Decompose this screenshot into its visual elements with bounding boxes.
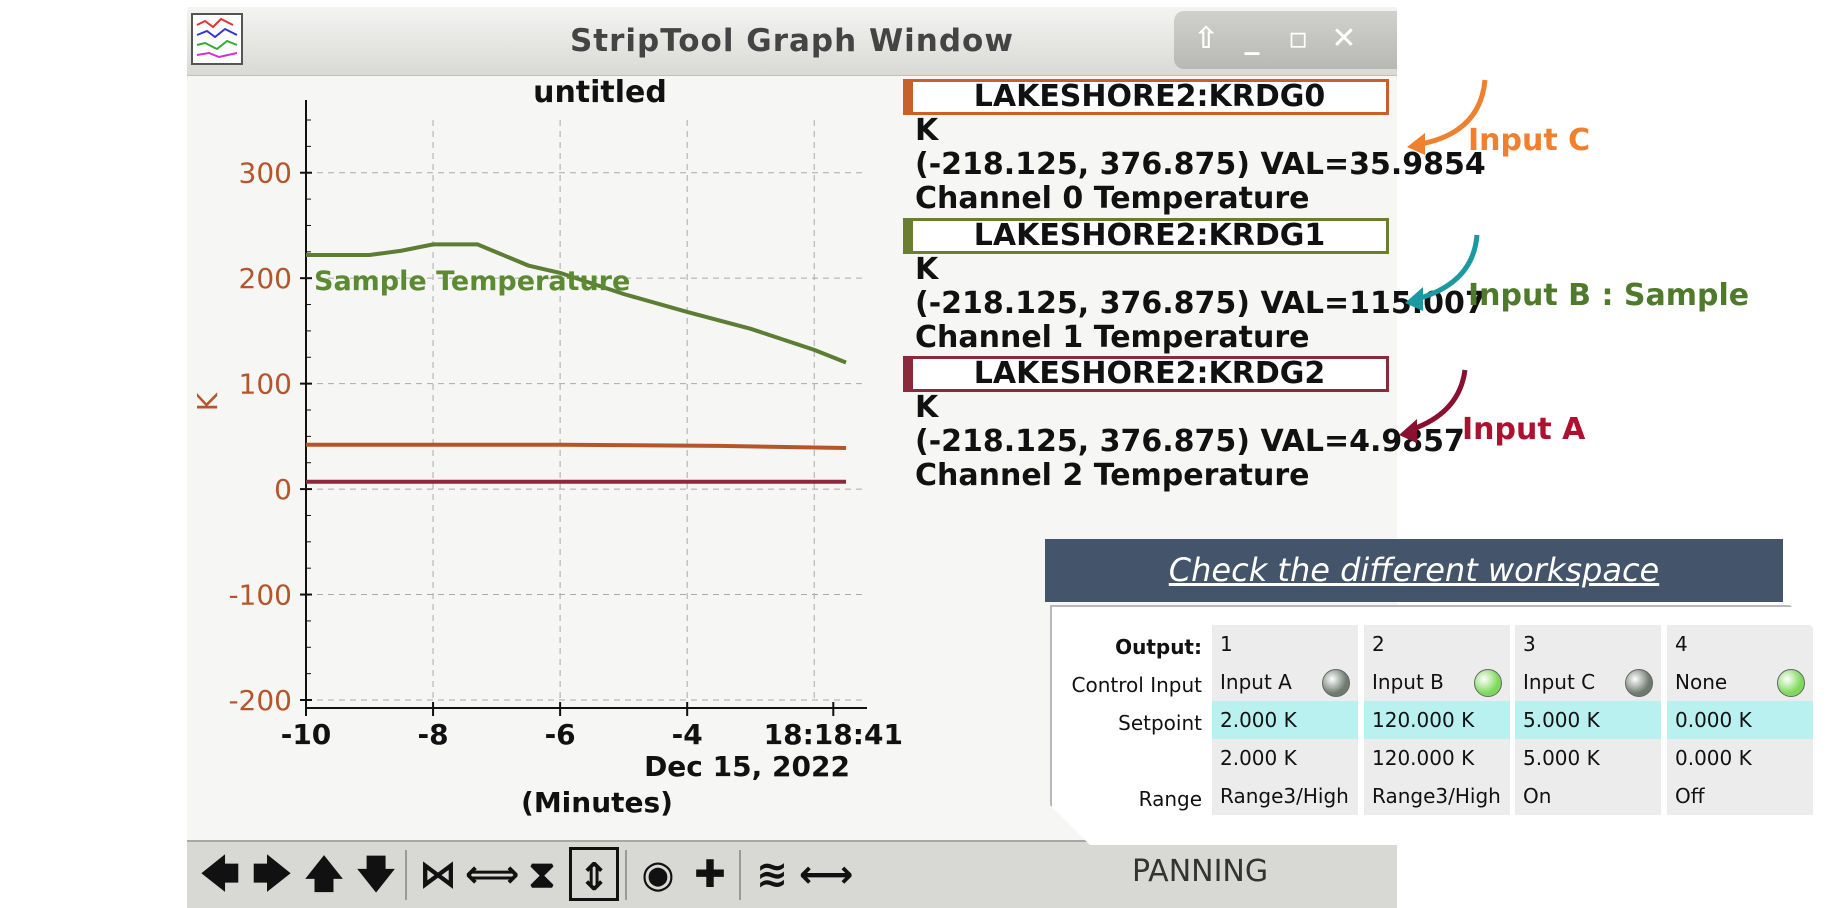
pan-icon[interactable]: ⟷ (799, 847, 853, 901)
toolbar-divider (405, 850, 407, 900)
panning-status: PANNING (1132, 854, 1269, 889)
auto-scale-icon[interactable]: ◉ (633, 847, 683, 901)
output-number: 1 (1212, 625, 1358, 663)
legend-desc: Channel 1 Temperature (915, 320, 1310, 355)
legend-name: LAKESHORE2:KRDG0 (903, 79, 1389, 115)
legend-name: LAKESHORE2:KRDG1 (903, 218, 1389, 254)
y-tick-label: 100 (239, 368, 292, 401)
annotation-input-c: Input C (1468, 123, 1591, 158)
legend-desc: Channel 0 Temperature (915, 181, 1310, 216)
x-tick-label: -4 (672, 718, 703, 751)
x-tick-label: -6 (545, 718, 576, 751)
y-axis-label: K (191, 392, 224, 411)
arrow-down-icon[interactable]: 🡇 (351, 847, 401, 901)
arrow-up-icon[interactable]: 🡅 (299, 847, 349, 901)
zoom-in-x-icon[interactable]: ⋈ (413, 847, 463, 901)
zoom-out-y-icon[interactable]: ⇕ (569, 847, 619, 901)
toolbar-divider (739, 850, 741, 900)
range-select[interactable]: Off (1667, 777, 1813, 815)
fit-icon[interactable]: ≋ (747, 847, 797, 901)
striptool-toolbar: 🡄 🡆 🡅 🡇 ⋈ ⟺ ⧗ ⇕ ◉ ✚ ≋ ⟷ PANNING (187, 840, 1397, 908)
series-line-lakeshore2-krdg1 (306, 242, 847, 365)
setpoint-field[interactable]: 0.000 K (1667, 701, 1813, 739)
arrow-head-b (1405, 287, 1423, 311)
arrow-right-icon[interactable]: 🡆 (247, 847, 297, 901)
minimize-icon[interactable]: _ (1234, 21, 1270, 57)
arrow-left-icon[interactable]: 🡄 (195, 847, 245, 901)
legend-desc: Channel 2 Temperature (915, 458, 1310, 493)
status-led-icon (1625, 669, 1653, 697)
move-up-icon[interactable]: ⇧ (1188, 21, 1224, 57)
x-tick-label: -8 (418, 718, 449, 751)
close-icon[interactable]: ✕ (1326, 21, 1362, 57)
range-select[interactable]: On (1515, 777, 1661, 815)
strip-chart[interactable]: 300 200 100 0 -100 -200-10 -8 -6 -4 18:18:41Dec 1… (187, 100, 907, 840)
annotation-input-a: Input A (1462, 412, 1586, 447)
setpoint-field[interactable]: 120.000 K (1364, 701, 1510, 739)
output-label: Output: (1115, 635, 1202, 659)
workspace-panel: Output: Control Input Setpoint Range 1 In… (1050, 605, 1826, 845)
y-tick-label: 200 (239, 262, 292, 295)
range-select[interactable]: Range3/High (1364, 777, 1510, 815)
y-tick-label: 0 (274, 473, 292, 506)
y-tick-label: 300 (239, 157, 292, 190)
status-led-icon (1474, 669, 1502, 697)
setpoint-field[interactable]: 2.000 K (1212, 701, 1358, 739)
output-number: 4 (1667, 625, 1813, 663)
x-tick-label: -10 (281, 718, 332, 751)
setpoint-label: Setpoint (1118, 711, 1202, 735)
annotation-input-b: Input B : Sample (1468, 278, 1750, 313)
output-number: 2 (1364, 625, 1510, 663)
output-number: 3 (1515, 625, 1661, 663)
status-led-icon (1777, 669, 1805, 697)
arrow-head-a (1399, 419, 1417, 443)
sample-temperature-annotation: Sample Temperature (314, 266, 630, 297)
range-label: Range (1138, 787, 1202, 811)
zoom-out-x-icon[interactable]: ⟺ (465, 847, 519, 901)
legend-unit: K (915, 252, 939, 287)
setpoint-readback: 5.000 K (1515, 739, 1661, 777)
legend-range: (-218.125, 376.875) VAL=4.9857 (915, 424, 1465, 459)
arrow-head-c (1407, 133, 1425, 155)
add-icon[interactable]: ✚ (685, 847, 735, 901)
legend-unit: K (915, 113, 939, 148)
window-controls: ⇧ _ ▫ ✕ (1174, 11, 1397, 69)
x-date-label: Dec 15, 2022 (644, 750, 850, 783)
zoom-in-y-icon[interactable]: ⧗ (517, 847, 567, 901)
control-input-label: Control Input (1071, 673, 1202, 697)
y-tick-label: -200 (228, 684, 292, 717)
setpoint-field[interactable]: 5.000 K (1515, 701, 1661, 739)
y-tick-label: -100 (228, 579, 292, 612)
toolbar-divider (625, 850, 627, 900)
workspace-banner[interactable]: Check the different workspace (1045, 539, 1783, 602)
legend-unit: K (915, 390, 939, 425)
x-axis-label: (Minutes) (521, 786, 673, 819)
series-line-lakeshore2-krdg0 (306, 442, 847, 450)
x-tick-label: 18:18:41 (764, 718, 903, 751)
legend-name: LAKESHORE2:KRDG2 (903, 356, 1389, 392)
range-select[interactable]: Range3/High (1212, 777, 1358, 815)
setpoint-readback: 120.000 K (1364, 739, 1510, 777)
maximize-icon[interactable]: ▫ (1280, 21, 1316, 57)
title-bar: StripTool Graph Window ⇧ _ ▫ ✕ (187, 7, 1397, 76)
setpoint-readback: 0.000 K (1667, 739, 1813, 777)
setpoint-readback: 2.000 K (1212, 739, 1358, 777)
status-led-icon (1322, 669, 1350, 697)
